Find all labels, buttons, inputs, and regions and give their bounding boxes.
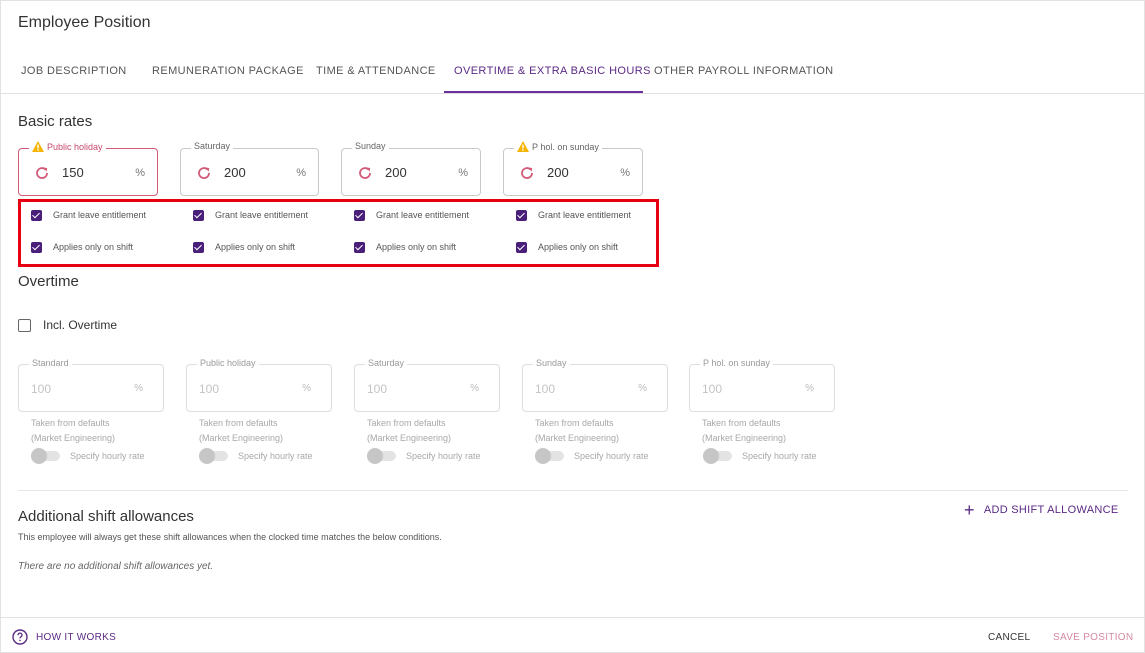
refresh-icon[interactable] — [357, 165, 373, 181]
toggle-switch[interactable] — [535, 448, 564, 464]
tab-bar: JOB DESCRIPTION REMUNERATION PACKAGE TIM… — [0, 48, 1145, 94]
percent-unit: % — [470, 383, 479, 394]
overtime-public-holiday-on-sunday-hourly-toggle[interactable]: Specify hourly rate — [703, 448, 817, 464]
percent-unit: % — [296, 167, 306, 179]
active-tab-indicator — [444, 91, 643, 93]
public-holiday-rate-label: Public holiday — [29, 141, 106, 152]
highlight-annotation-box — [18, 199, 659, 267]
shift-allowances-title: Additional shift allowances — [18, 508, 194, 525]
overtime-public-holiday-placeholder: 100 — [199, 382, 220, 396]
tab-other-payroll-information[interactable]: OTHER PAYROLL INFORMATION — [654, 48, 834, 94]
percent-unit: % — [805, 383, 814, 394]
overtime-saturday-field[interactable]: Saturday 100 % — [354, 358, 500, 412]
overtime-sunday-field[interactable]: Sunday 100 % — [522, 358, 668, 412]
overtime-standard-placeholder: 100 — [31, 382, 52, 396]
overtime-public-holiday-field[interactable]: Public holiday 100 % — [186, 358, 332, 412]
overtime-standard-helper: Taken from defaults (Market Engineering) — [31, 418, 116, 443]
tab-overtime-extra-basic-hours[interactable]: OVERTIME & EXTRA BASIC HOURS — [454, 48, 651, 94]
plus-icon: + — [964, 500, 975, 520]
toggle-switch[interactable] — [31, 448, 60, 464]
overtime-public-holiday-hourly-toggle[interactable]: Specify hourly rate — [199, 448, 313, 464]
overtime-saturday-placeholder: 100 — [367, 382, 388, 396]
overtime-saturday-label: Saturday — [365, 358, 408, 368]
add-shift-allowance-button[interactable]: + ADD SHIFT ALLOWANCE — [964, 500, 1118, 520]
refresh-icon[interactable] — [519, 165, 535, 181]
percent-unit: % — [458, 167, 468, 179]
overtime-sunday-label: Sunday — [533, 358, 570, 368]
warning-icon — [517, 141, 529, 152]
overtime-standard-hourly-toggle[interactable]: Specify hourly rate — [31, 448, 145, 464]
sunday-rate-field[interactable]: Sunday 200 % — [341, 141, 481, 196]
tab-time-attendance[interactable]: TIME & ATTENDANCE — [316, 48, 436, 94]
checkbox-unchecked-icon[interactable] — [18, 318, 31, 332]
sunday-rate-label: Sunday — [352, 141, 389, 151]
sunday-rate-value: 200 — [385, 165, 407, 180]
saturday-rate-field[interactable]: Saturday 200 % — [180, 141, 319, 196]
toggle-switch[interactable] — [199, 448, 228, 464]
warning-icon — [32, 141, 44, 152]
cancel-button[interactable]: CANCEL — [988, 632, 1030, 643]
overtime-saturday-hourly-toggle[interactable]: Specify hourly rate — [367, 448, 481, 464]
incl-overtime-checkbox[interactable]: Incl. Overtime — [18, 318, 117, 332]
tab-remuneration-package[interactable]: REMUNERATION PACKAGE — [152, 48, 304, 94]
public-holiday-on-sunday-rate-field[interactable]: P hol. on sunday 200 % — [503, 141, 643, 196]
saturday-rate-label: Saturday — [191, 141, 234, 151]
shift-allowances-description: This employee will always get these shif… — [18, 532, 442, 542]
overtime-sunday-helper: Taken from defaults (Market Engineering) — [535, 418, 620, 443]
toggle-switch[interactable] — [703, 448, 732, 464]
overtime-public-holiday-on-sunday-placeholder: 100 — [702, 382, 723, 396]
overtime-standard-field[interactable]: Standard 100 % — [18, 358, 164, 412]
overtime-public-holiday-label: Public holiday — [197, 358, 259, 368]
page-title: Employee Position — [18, 14, 151, 31]
public-holiday-rate-field[interactable]: Public holiday 150 % — [18, 141, 158, 196]
help-circle-icon — [12, 629, 28, 645]
basic-rates-title: Basic rates — [18, 113, 93, 130]
overtime-sunday-placeholder: 100 — [535, 382, 556, 396]
saturday-rate-value: 200 — [224, 165, 246, 180]
section-divider — [18, 490, 1128, 491]
overtime-sunday-hourly-toggle[interactable]: Specify hourly rate — [535, 448, 649, 464]
public-holiday-on-sunday-rate-label: P hol. on sunday — [514, 141, 602, 152]
overtime-public-holiday-helper: Taken from defaults (Market Engineering) — [199, 418, 284, 443]
overtime-public-holiday-on-sunday-field[interactable]: P hol. on sunday 100 % — [689, 358, 835, 412]
public-holiday-on-sunday-rate-value: 200 — [547, 165, 569, 180]
overtime-public-holiday-on-sunday-helper: Taken from defaults (Market Engineering) — [702, 418, 787, 443]
overtime-public-holiday-on-sunday-label: P hol. on sunday — [700, 358, 773, 368]
save-position-button[interactable]: SAVE POSITION — [1053, 632, 1133, 643]
toggle-switch[interactable] — [367, 448, 396, 464]
percent-unit: % — [135, 167, 145, 179]
overtime-standard-label: Standard — [29, 358, 72, 368]
how-it-works-link[interactable]: HOW IT WORKS — [12, 629, 116, 645]
overtime-saturday-helper: Taken from defaults (Market Engineering) — [367, 418, 452, 443]
refresh-icon[interactable] — [34, 165, 50, 181]
percent-unit: % — [134, 383, 143, 394]
app-window — [0, 0, 1145, 653]
tab-job-description[interactable]: JOB DESCRIPTION — [21, 48, 127, 94]
public-holiday-rate-value: 150 — [62, 165, 84, 180]
refresh-icon[interactable] — [196, 165, 212, 181]
percent-unit: % — [638, 383, 647, 394]
shift-allowances-empty-message: There are no additional shift allowances… — [18, 561, 214, 572]
footer-bar: HOW IT WORKS CANCEL SAVE POSITION — [0, 617, 1145, 653]
percent-unit: % — [620, 167, 630, 179]
percent-unit: % — [302, 383, 311, 394]
overtime-title: Overtime — [18, 273, 79, 290]
